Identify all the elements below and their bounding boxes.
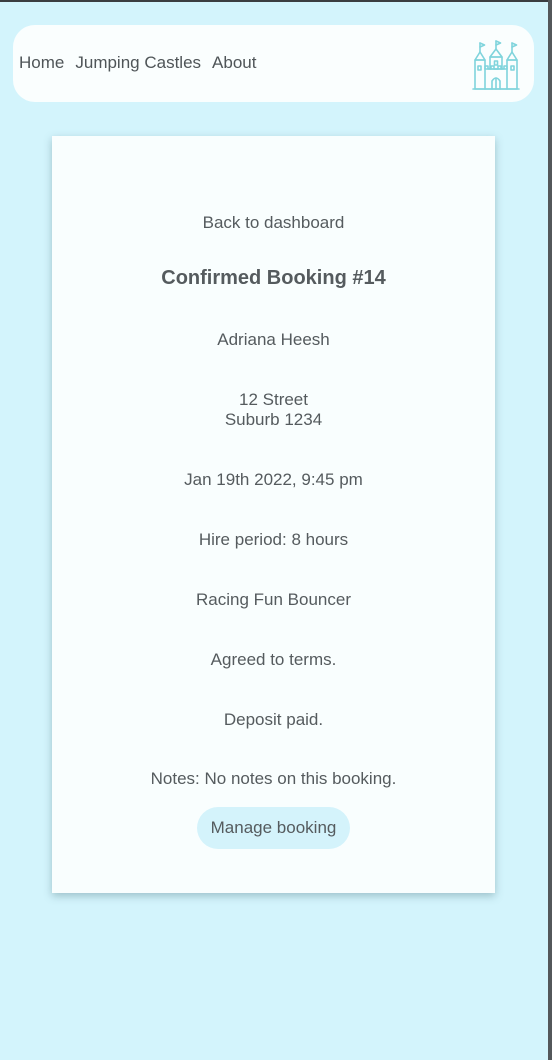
hire-period: Hire period: 8 hours [198, 530, 349, 549]
scrollbar-track[interactable] [548, 0, 552, 1060]
back-to-dashboard-link[interactable]: Back to dashboard [52, 213, 495, 233]
castle-icon[interactable] [469, 39, 523, 93]
navbar: Home Jumping Castles About [13, 25, 534, 102]
terms-status: Agreed to terms. [210, 650, 337, 669]
nav-links: Home Jumping Castles About [19, 53, 256, 73]
manage-booking-button[interactable]: Manage booking [197, 807, 350, 849]
booking-card: Back to dashboard Confirmed Booking #14 … [52, 136, 495, 893]
booking-datetime: Jan 19th 2022, 9:45 pm [184, 470, 363, 489]
nav-link-home[interactable]: Home [19, 53, 64, 73]
window-top-edge [0, 0, 552, 2]
nav-link-about[interactable]: About [212, 53, 256, 73]
address-line-1: 12 Street [239, 390, 308, 409]
nav-link-jumping-castles[interactable]: Jumping Castles [75, 53, 201, 73]
booking-title: Confirmed Booking #14 [161, 267, 386, 289]
customer-name: Adriana Heesh [217, 330, 330, 349]
booking-notes: Notes: No notes on this booking. [150, 769, 397, 788]
address-line-2: Suburb 1234 [224, 410, 323, 429]
deposit-status: Deposit paid. [223, 710, 324, 729]
castle-name: Racing Fun Bouncer [196, 590, 351, 609]
customer-address: 12 Street Suburb 1234 [52, 390, 495, 430]
